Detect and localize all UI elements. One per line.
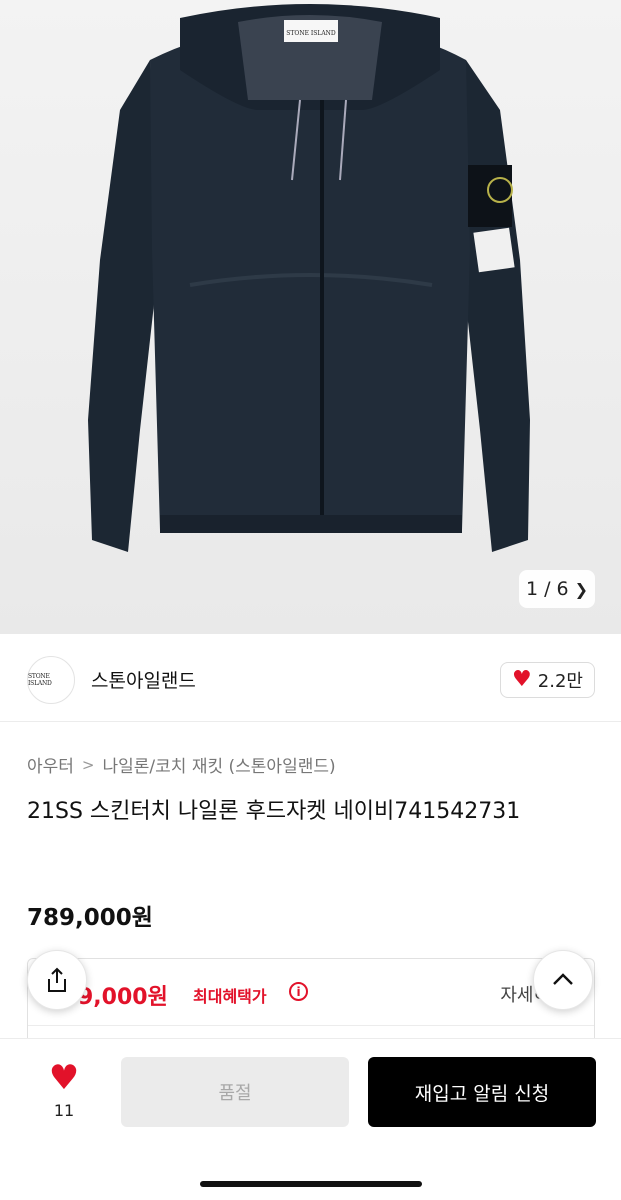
wishlist-button[interactable]: ♥ 11 (38, 1061, 90, 1120)
breadcrumb: 아우터 > 나일론/코치 재킷 (스톤아일랜드) (27, 752, 336, 778)
heart-icon: ♥ (512, 667, 532, 692)
share-icon (48, 967, 66, 992)
heart-icon: ♥ (48, 1058, 80, 1098)
brand-logo-text: STONE ISLAND (28, 673, 52, 687)
breadcrumb-category[interactable]: 아우터 (27, 752, 74, 777)
home-indicator (200, 1181, 422, 1187)
chevron-up-icon (553, 973, 573, 985)
breadcrumb-subcategory[interactable]: 나일론/코치 재킷 (스톤아일랜드) (103, 752, 336, 777)
bottom-action-bar: ♥ 11 품절 재입고 알림 신청 (0, 1038, 621, 1200)
image-counter[interactable]: 1 / 6 ❯ (519, 570, 595, 608)
counter-current: 1 (526, 578, 539, 600)
share-button[interactable] (27, 950, 87, 1010)
brand-name[interactable]: 스톤아일랜드 (91, 666, 196, 693)
divider (28, 1025, 594, 1026)
brand-logo[interactable]: STONE ISLAND (27, 656, 75, 704)
benefit-label: 최대혜택가 (193, 987, 267, 1006)
product-image: STONE ISLAND (88, 4, 530, 552)
brand-like-button[interactable]: ♥ 2.2만 (500, 662, 595, 698)
brand-like-count: 2.2만 (537, 671, 583, 692)
counter-total: 6 (556, 578, 569, 600)
svg-text:STONE ISLAND: STONE ISLAND (286, 30, 336, 37)
product-image-gallery[interactable]: STONE ISLAND 1 / 6 ❯ (0, 0, 621, 634)
info-icon[interactable]: i (289, 982, 308, 1001)
soldout-button[interactable]: 품절 (121, 1057, 349, 1127)
restock-alert-button[interactable]: 재입고 알림 신청 (368, 1057, 596, 1127)
chevron-right-icon: ❯ (574, 579, 588, 599)
product-title: 21SS 스킨터치 나일론 후드자켓 네이비741542731 (27, 799, 521, 824)
product-price: 789,000원 (27, 905, 153, 931)
benefit-price: 9,000원 (78, 985, 168, 1010)
counter-separator: / (544, 578, 551, 600)
brand-row[interactable]: STONE ISLAND 스톤아일랜드 ♥ 2.2만 (0, 634, 621, 722)
wishlist-count: 11 (53, 1101, 75, 1120)
chevron-right-icon: > (81, 755, 95, 774)
scroll-top-button[interactable] (533, 950, 593, 1010)
